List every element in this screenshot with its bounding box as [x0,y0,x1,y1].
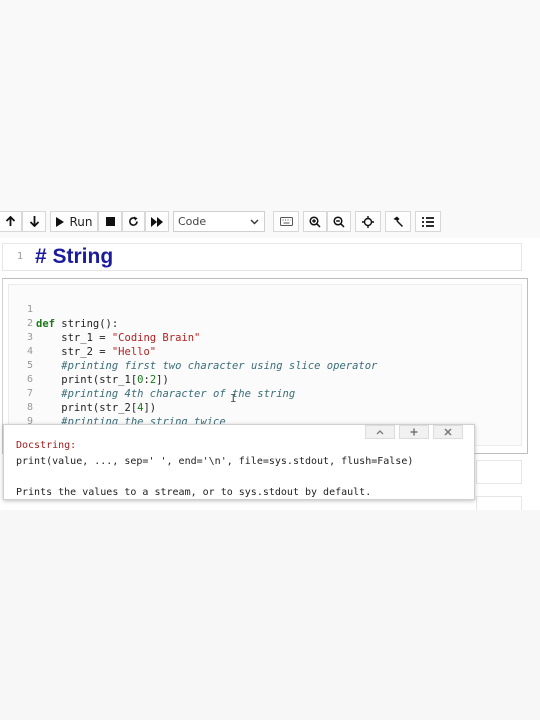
list-icon [422,216,434,227]
command-palette-button[interactable] [273,211,299,232]
center-view-button[interactable] [355,211,381,232]
close-icon [444,428,452,436]
notebook-toolbar: Run Code [0,208,540,238]
tooltip-close-button[interactable] [433,425,463,439]
run-button[interactable]: Run [50,211,98,232]
next-cell[interactable] [476,460,522,484]
next-cell[interactable] [476,496,522,510]
code-line: 6 #printing 4th character of the string [9,359,521,400]
arrow-up-icon [5,216,16,226]
chevron-up-icon [376,430,384,435]
tools-button[interactable] [385,211,411,232]
move-cell-down-button[interactable] [22,211,46,232]
docstring-description: Prints the values to a stream, or to sys… [16,487,372,498]
markdown-heading: # String [35,245,114,268]
zoom-out-button[interactable] [327,211,351,232]
crosshair-icon [362,215,374,228]
tooltip-pager-button[interactable] [399,425,429,439]
code-line: 1 def string(): [9,289,521,330]
mouse-ibeam-cursor-icon: I [230,392,237,405]
restart-kernel-button[interactable] [122,211,145,232]
code-editor[interactable]: 1 def string(): 2 str_1 = "Coding Brain"… [8,284,522,446]
arrow-down-icon [29,216,39,227]
restart-run-all-button[interactable] [145,211,169,232]
docstring-signature: print(value, ..., sep=' ', end='\n', fil… [16,456,414,467]
cell-line-number: 1 [17,251,24,262]
run-label: Run [69,214,93,229]
blank-top-area [0,0,540,208]
cell-type-select[interactable]: Code [173,211,265,232]
keyboard-icon [279,217,293,226]
move-cell-up-button[interactable] [0,211,22,232]
plus-icon [410,428,418,436]
zoom-in-icon [309,215,321,228]
zoom-out-icon [333,215,345,228]
code-line: 7 print(str_2[4]) [9,373,521,414]
blank-bottom-area [0,510,540,720]
fast-forward-icon [151,216,163,227]
code-line: 5 print(str_1[0:2]) [9,345,521,386]
zoom-in-button[interactable] [303,211,327,232]
markdown-cell[interactable]: 1 # String [2,243,522,271]
play-icon [56,216,65,227]
docstring-tooltip: Docstring: print(value, ..., sep=' ', en… [3,424,475,500]
code-line: 4 #printing first two character using sl… [9,331,521,372]
interrupt-button[interactable] [98,211,122,232]
code-line: 2 str_1 = "Coding Brain" [9,303,521,344]
code-line: 3 str_2 = "Hello" [9,317,521,358]
code-line: 9 print() [9,401,521,442]
stop-icon [105,217,115,226]
hammer-icon [393,216,403,227]
code-line: 8 #printing the string twice [9,387,521,428]
chevron-down-icon [250,219,259,225]
docstring-title: Docstring: [16,440,77,451]
tooltip-expand-button[interactable] [365,425,395,439]
restart-icon [129,216,138,226]
toc-button[interactable] [415,211,441,232]
cell-type-value: Code [178,215,207,228]
